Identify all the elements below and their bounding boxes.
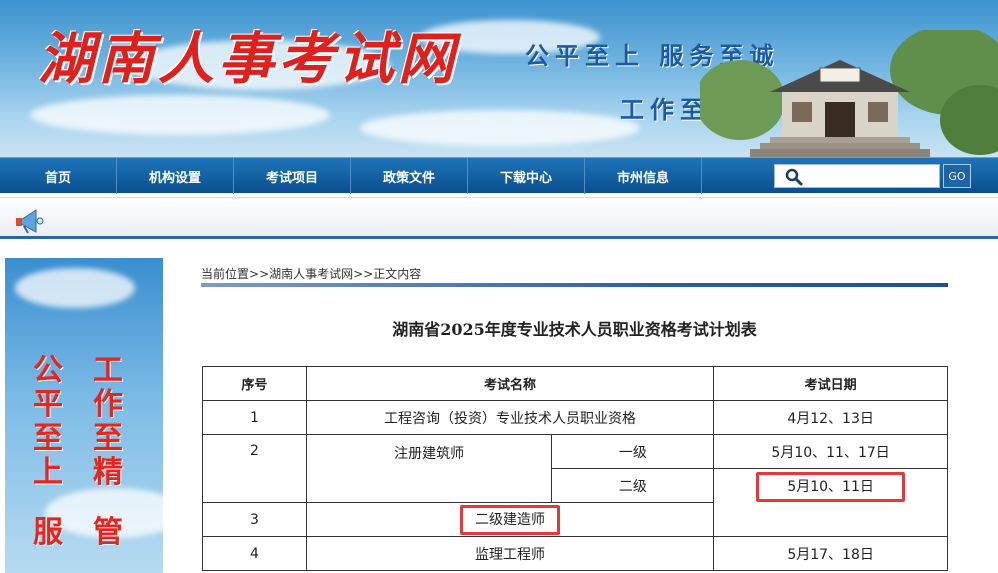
breadcrumb-divider (201, 283, 948, 287)
main-nav: 首页 机构设置 考试项目 政策文件 下载中心 市州信息 GO (0, 157, 998, 194)
search-go-button[interactable]: GO (943, 164, 971, 188)
nav-city-info[interactable]: 市州信息 (585, 158, 702, 194)
row-exam-date-cell: 5月10、11日 (713, 468, 948, 537)
header-exam-name: 考试名称 (305, 366, 715, 401)
sidebar-char: 精 (93, 455, 123, 490)
nav-policy-docs[interactable]: 政策文件 (351, 158, 468, 194)
row-no: 1 (202, 400, 307, 435)
row-exam-level: 二级 (551, 468, 715, 503)
sidebar-banner: 公 平 至 上 服 工 作 至 精 管 (5, 258, 163, 573)
table-row: 2 注册建筑师 一级 5月10、11、17日 (202, 434, 948, 503)
row-exam-date: 5月10、11、17日 (713, 434, 948, 469)
table-row: 4 监理工程师 5月17、18日 (202, 536, 948, 571)
nav-organization[interactable]: 机构设置 (117, 158, 234, 194)
sidebar-char: 平 (33, 387, 63, 422)
site-banner: 湖南人事考试网 公平至上 服务至诚 工作至精 管理至严 (0, 0, 998, 157)
nav-home[interactable]: 首页 (0, 158, 117, 194)
header-no: 序号 (202, 366, 307, 401)
page-title: 湖南省2025年度专业技术人员职业资格考试计划表 (392, 320, 757, 339)
breadcrumb-prefix: 当前位置 (201, 267, 250, 281)
sidebar-char: 至 (93, 421, 123, 456)
row-exam-name: 监理工程师 (305, 536, 715, 571)
row-no: 4 (202, 536, 307, 571)
row-no: 3 (202, 502, 307, 537)
nav-exam-items[interactable]: 考试项目 (234, 158, 351, 194)
row-exam-name-cell: 二级建造师 (305, 502, 715, 537)
sidebar-char: 公 (33, 353, 63, 388)
breadcrumb-separator: >> (353, 267, 374, 281)
sidebar-char: 至 (33, 421, 63, 456)
sidebar-slogan-col-1: 公 平 至 上 服 (33, 354, 63, 550)
sidebar-char: 上 (33, 455, 63, 490)
nav-downloads[interactable]: 下载中心 (468, 158, 585, 194)
sidebar-char: 管 (93, 515, 123, 550)
search-input[interactable] (774, 164, 940, 188)
header-exam-date: 考试日期 (713, 366, 948, 401)
breadcrumb-site-link[interactable]: 湖南人事考试网 (269, 267, 353, 281)
breadcrumb: 当前位置>>湖南人事考试网>>正文内容 (201, 265, 421, 282)
site-title-logo: 湖南人事考试网 (38, 26, 458, 92)
row-no: 2 (202, 434, 307, 503)
row-exam-level: 一级 (551, 434, 715, 469)
sidebar-char: 工 (93, 353, 123, 388)
row-exam-name: 工程咨询（投资）专业技术人员职业资格 (305, 400, 715, 435)
row-exam-date: 4月12、13日 (713, 400, 948, 435)
table-row: 1 工程咨询（投资）专业技术人员职业资格 4月12、13日 (202, 400, 948, 435)
breadcrumb-separator: >> (249, 267, 270, 281)
building-illustration (700, 30, 998, 157)
sidebar-char: 服 (33, 515, 63, 550)
table-header-row: 序号 考试名称 考试日期 (202, 366, 948, 401)
exam-schedule-table: 序号 考试名称 考试日期 1 工程咨询（投资）专业技术人员职业资格 4月12、1… (202, 366, 948, 571)
breadcrumb-page-link[interactable]: 正文内容 (373, 267, 421, 281)
row-exam-date: 5月17、18日 (713, 536, 948, 571)
notice-bar (0, 197, 998, 239)
sidebar-slogan-col-2: 工 作 至 精 管 (93, 354, 123, 550)
highlighted-exam-name: 二级建造师 (460, 504, 561, 535)
megaphone-icon (16, 209, 44, 234)
sidebar-char: 作 (93, 387, 123, 422)
highlighted-date: 5月10、11日 (756, 472, 905, 502)
row-exam-name: 注册建筑师 (305, 434, 553, 503)
search-icon (785, 168, 803, 186)
